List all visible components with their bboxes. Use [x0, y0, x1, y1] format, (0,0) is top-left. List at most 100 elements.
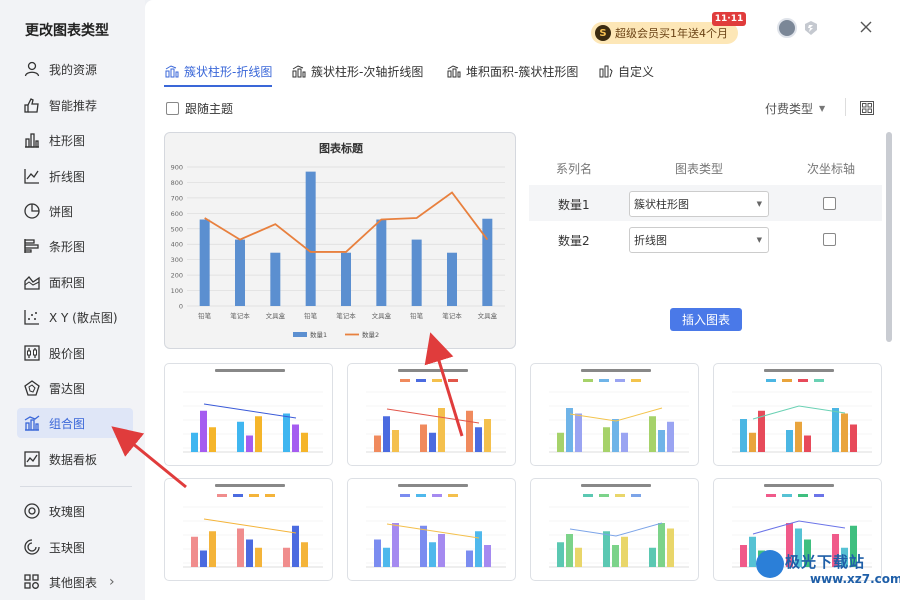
ring-chart-icon — [23, 538, 41, 556]
series-type-select[interactable]: 折线图 ▼ — [629, 227, 769, 253]
template-thumbnail[interactable] — [530, 478, 699, 581]
sidebar-item[interactable]: 玉玦图 — [17, 532, 133, 562]
avatar[interactable] — [777, 18, 797, 38]
thumb-bar — [301, 432, 308, 452]
member-badge-icon[interactable] — [803, 20, 819, 36]
sidebar-item[interactable]: 面积图 — [17, 267, 133, 297]
thumb-line — [569, 522, 663, 537]
tab-custom[interactable]: 自定义 — [598, 60, 654, 82]
thumb-bar — [292, 424, 299, 452]
thumb-title-bar — [398, 369, 468, 372]
sidebar-item[interactable]: 玫瑰图 — [17, 496, 133, 526]
pay-type-dropdown[interactable]: 付费类型 ▼ — [765, 100, 825, 117]
insert-chart-button[interactable]: 插入图表 — [670, 308, 742, 331]
bar — [305, 171, 316, 306]
thumb-legend-swatch — [615, 379, 625, 382]
tab-cluster-line[interactable]: 簇状柱形-折线图 — [164, 60, 272, 82]
other-chart-icon — [23, 573, 41, 591]
thumb-title-bar — [215, 484, 285, 487]
checkbox[interactable] — [166, 102, 179, 115]
thumb-legend-swatch — [631, 494, 641, 497]
y-tick-label: 800 — [171, 179, 183, 187]
thumb-legend-swatch — [599, 379, 609, 382]
follow-theme-checkbox[interactable]: 跟随主题 — [166, 100, 233, 117]
sidebar-item[interactable]: 股价图 — [17, 338, 133, 368]
thumb-title-bar — [581, 369, 651, 372]
thumbnail-chart — [366, 369, 506, 453]
sidebar-item[interactable]: 数据看板 — [17, 444, 133, 474]
thumb-bar — [438, 408, 445, 452]
x-tick-label: 铅笔 — [410, 311, 424, 320]
template-thumbnail[interactable] — [164, 363, 333, 466]
tab-stacked-area-column[interactable]: 堆积面积-簇状柱形图 — [446, 60, 578, 82]
sidebar-item-label: 条形图 — [49, 239, 86, 254]
bar — [447, 252, 457, 306]
sidebar-item[interactable]: 我的资源 — [17, 54, 133, 84]
sidebar-item-label: 面积图 — [49, 275, 86, 290]
thumb-bar — [603, 427, 610, 452]
column-chart-icon — [23, 131, 41, 149]
sidebar-item[interactable]: 组合图 — [17, 408, 133, 438]
secondary-axis-checkbox[interactable] — [823, 233, 836, 246]
thumb-bar — [283, 547, 290, 567]
thumb-title-bar — [764, 484, 834, 487]
dashboard-icon — [23, 450, 41, 468]
thumb-legend-swatch — [400, 379, 410, 382]
series-name: 数量1 — [558, 198, 590, 212]
close-icon[interactable] — [857, 18, 875, 36]
sidebar-item[interactable]: 柱形图 — [17, 125, 133, 155]
sidebar-item[interactable]: 饼图 — [17, 196, 133, 226]
sidebar-item[interactable]: 折线图 — [17, 161, 133, 191]
series-type-select[interactable]: 簇状柱形图 ▼ — [629, 191, 769, 217]
thumb-bar — [749, 536, 756, 567]
chevron-down-icon: ▼ — [756, 236, 762, 244]
scatter-chart-icon — [23, 308, 41, 326]
thumb-bar — [612, 545, 619, 567]
thumb-bar — [292, 525, 299, 567]
thumb-bar — [557, 432, 564, 452]
thumb-bar — [603, 531, 610, 567]
thumb-bar — [420, 424, 427, 452]
active-tab-indicator — [164, 85, 272, 87]
watermark-url: www.xz7.com — [810, 572, 900, 586]
sidebar-item[interactable]: 雷达图 — [17, 373, 133, 403]
template-thumbnail[interactable] — [347, 478, 516, 581]
thumb-bar — [255, 416, 262, 452]
scrollbar[interactable] — [886, 132, 892, 342]
sidebar-item[interactable]: 智能推荐 — [17, 90, 133, 120]
thumb-bar — [429, 542, 436, 567]
watermark-text: 极光下载站 — [785, 553, 866, 571]
thumb-legend-swatch — [782, 494, 792, 497]
y-tick-label: 300 — [171, 256, 183, 264]
grid-view-icon[interactable] — [859, 100, 875, 116]
thumb-bar — [200, 550, 207, 567]
sidebar-item[interactable]: 其他图表 › — [17, 567, 133, 597]
template-thumbnail[interactable] — [530, 363, 699, 466]
thumbnail-chart — [549, 369, 689, 453]
y-tick-label: 400 — [171, 241, 183, 249]
sidebar-item-label: 雷达图 — [49, 381, 86, 396]
thumb-bar — [749, 432, 756, 452]
thumbnail-chart — [732, 369, 872, 453]
secondary-axis-checkbox[interactable] — [823, 197, 836, 210]
sidebar-item[interactable]: 条形图 — [17, 231, 133, 261]
thumb-bar — [658, 430, 665, 452]
thumb-legend-swatch — [615, 494, 625, 497]
legend-label: 数量1 — [310, 330, 327, 339]
thumb-bar — [246, 539, 253, 567]
thumb-line — [386, 523, 480, 539]
thumb-bar — [383, 547, 390, 567]
thumb-legend-swatch — [631, 379, 641, 382]
thumb-bar — [191, 432, 198, 452]
line-series — [204, 191, 489, 253]
sidebar-item[interactable]: X Y (散点图) — [17, 302, 133, 332]
thumb-bar — [575, 547, 582, 567]
thumb-legend-swatch — [416, 494, 426, 497]
tab-cluster-secondary-line[interactable]: 簇状柱形-次轴折线图 — [291, 60, 423, 82]
cluster-line-icon — [165, 65, 179, 78]
template-thumbnail[interactable] — [347, 363, 516, 466]
promo-badge: 11·11 — [712, 12, 746, 26]
template-thumbnail[interactable] — [713, 363, 882, 466]
template-thumbnail[interactable] — [164, 478, 333, 581]
thumb-bar — [392, 430, 399, 452]
